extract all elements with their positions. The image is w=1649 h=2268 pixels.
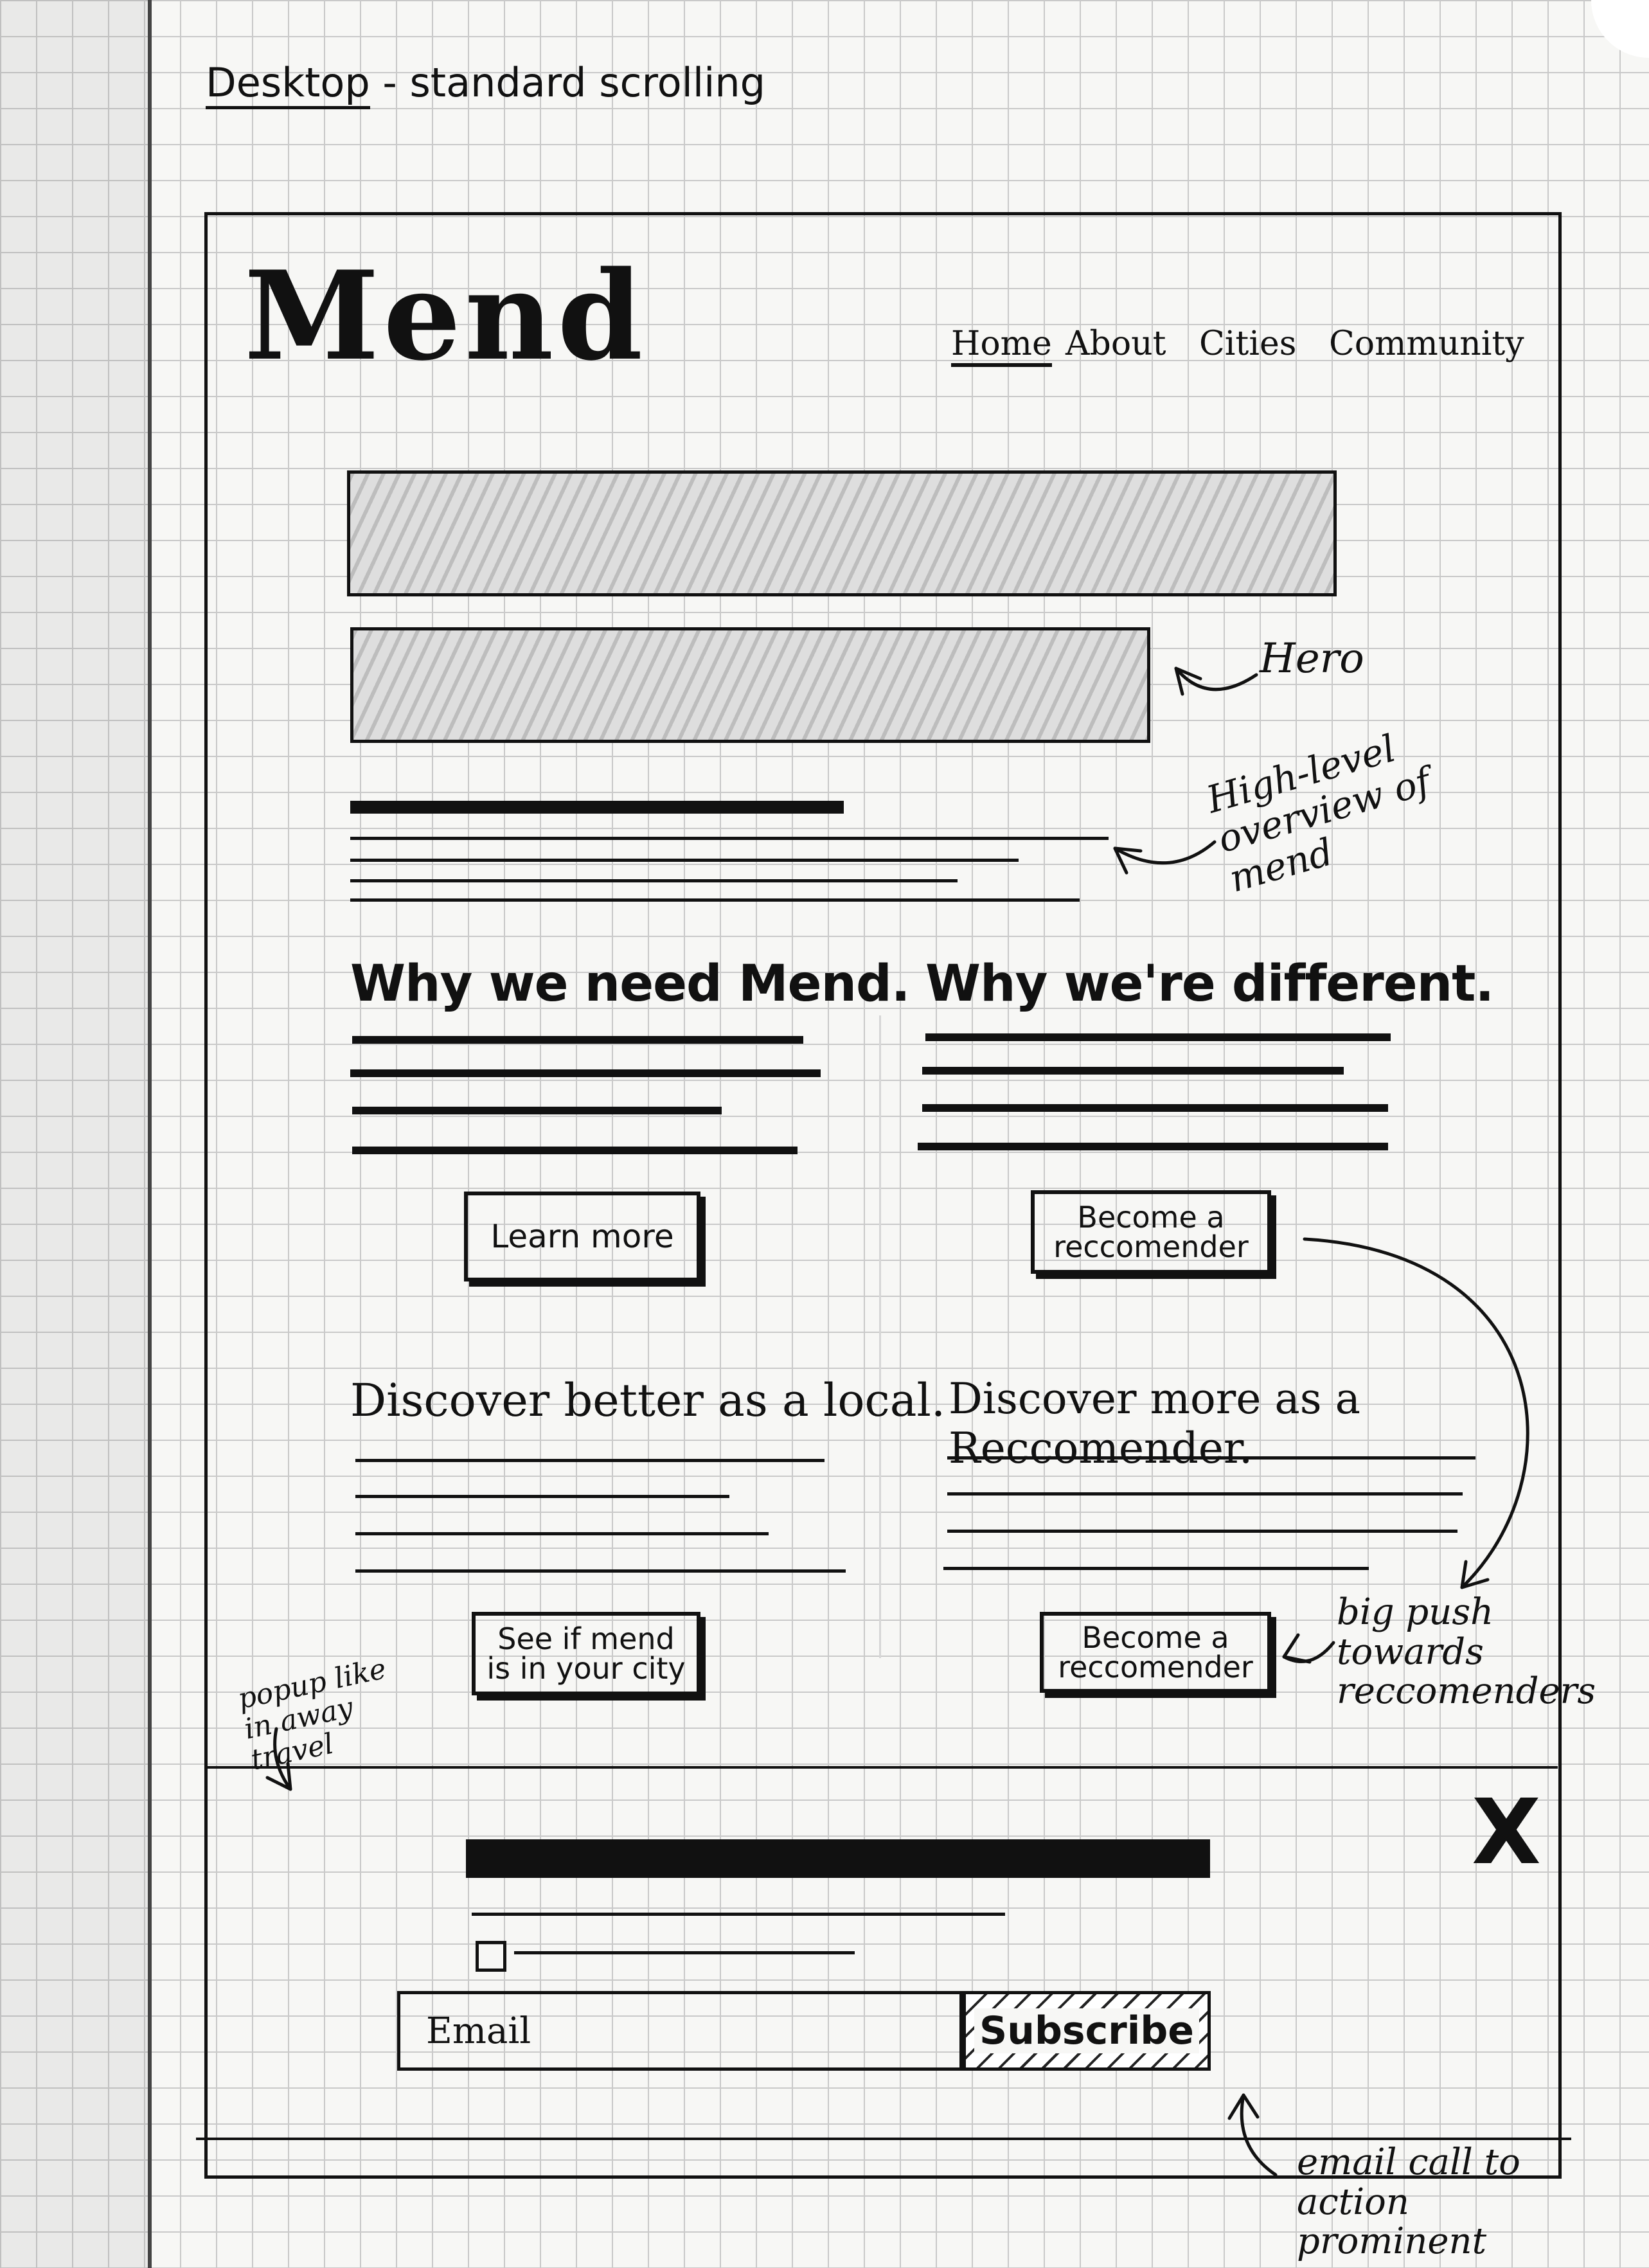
reccomender-arrow (1303, 1237, 1529, 1589)
push-arrowhead (1282, 1633, 1312, 1664)
overview-arrow (1113, 840, 1217, 865)
email-arrow (1240, 2093, 1278, 2177)
hero-arrow (1174, 666, 1258, 692)
annotation-arrows (265, 666, 1529, 2177)
